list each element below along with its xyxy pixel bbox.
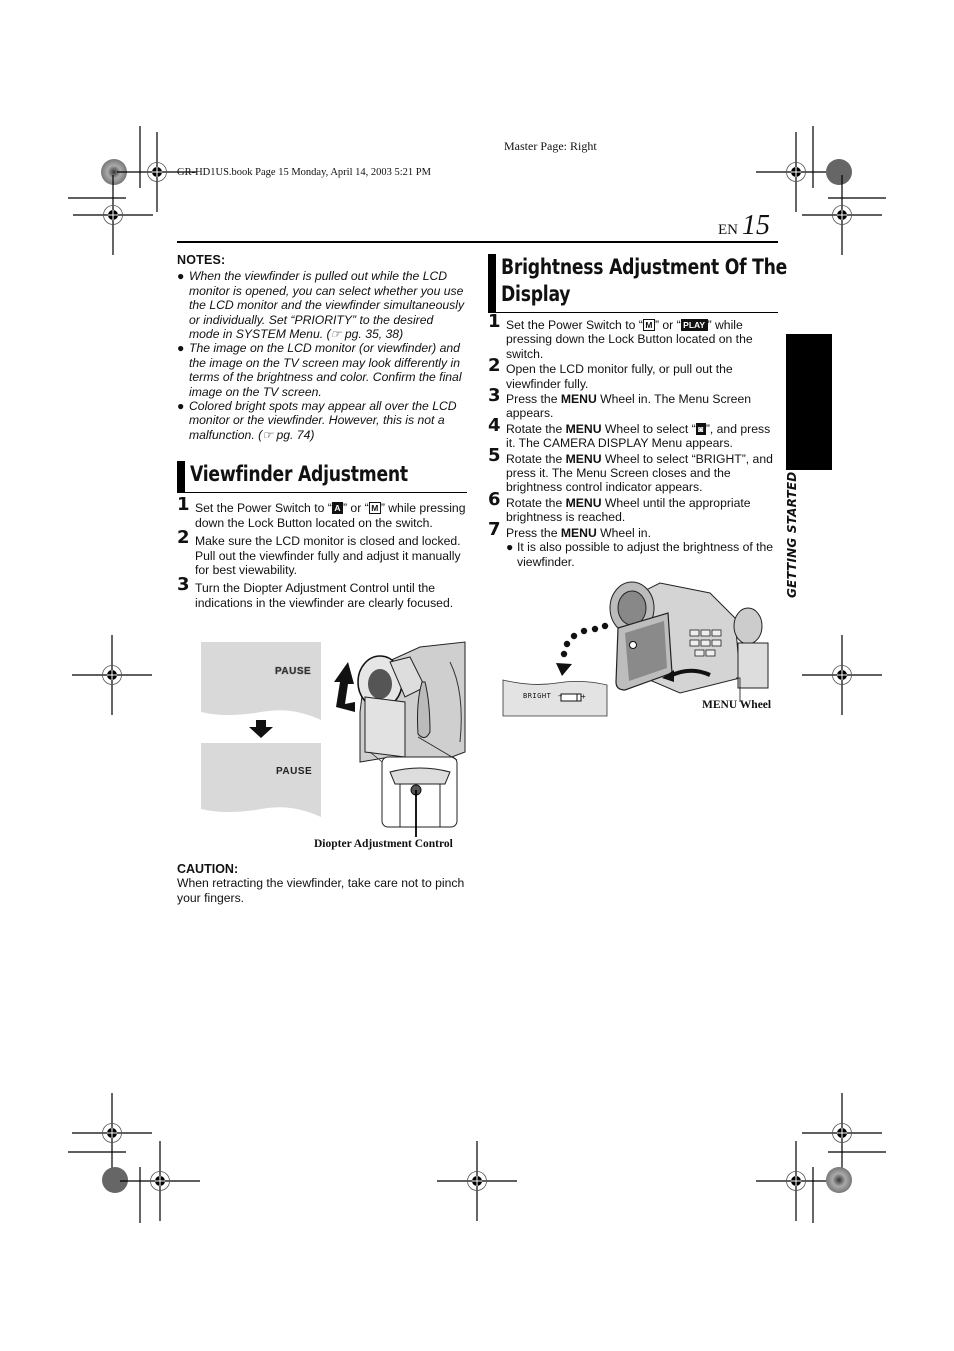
book-info: GR-HD1US.book Page 15 Monday, April 14, …	[177, 167, 431, 178]
camera-display-icon: ◙	[695, 422, 706, 435]
brightness-step-2: 2 Open the LCD monitor fully, or pull ou…	[488, 355, 733, 391]
pause-indicator-blurred: PAUSE	[275, 666, 312, 677]
viewfinder-screen-after	[201, 743, 321, 817]
menu-wheel-caption: MENU Wheel	[702, 699, 772, 711]
caution-title: CAUTION:	[177, 862, 239, 876]
brightness-sub-note: ● It is also possible to adjust the brig…	[506, 540, 774, 569]
right-column: Brightness Adjustment Of The Display 1 S…	[488, 254, 787, 569]
note-item: ● The image on the LCD monitor (or viewfi…	[177, 341, 462, 399]
brightness-title-line2: Display	[501, 282, 571, 306]
brightness-step-7: 7 Press the MENU Wheel in.	[488, 518, 651, 540]
page-number: 15	[742, 210, 770, 241]
camcorder-lcd-illustration	[556, 581, 769, 702]
note-item: ● Colored bright spots may appear all ove…	[177, 399, 457, 442]
brightness-section-heading: Brightness Adjustment Of The Display	[488, 254, 787, 313]
auto-mode-icon: A	[331, 502, 343, 515]
bullet-icon: ●	[177, 399, 185, 414]
viewfinder-section-heading: Viewfinder Adjustment	[177, 461, 467, 494]
brightness-step-4: 4 Rotate the MENU Wheel to select “◙”, a…	[488, 414, 771, 451]
color-target-bottom-right	[826, 1167, 852, 1193]
camcorder-viewfinder-illustration	[334, 641, 466, 837]
bullet-icon: ●	[177, 341, 185, 356]
heading-bar	[177, 461, 185, 494]
brightness-step-3: 3 Press the MENU Wheel in. The Menu Scre…	[488, 385, 751, 421]
brightness-step-6: 6 Rotate the MENU Wheel until the approp…	[488, 488, 751, 525]
section-tab-label: GETTING STARTED	[785, 471, 799, 598]
play-mode-icon: PLAY	[680, 319, 708, 331]
viewfinder-step-1: 1 Set the Power Switch to “A” or “M” whi…	[177, 494, 466, 530]
viewfinder-title: Viewfinder Adjustment	[190, 462, 408, 487]
bullet-icon: ●	[177, 269, 185, 284]
pause-indicator-sharp: PAUSE	[276, 766, 313, 777]
viewfinder-screen-before	[201, 642, 321, 720]
left-column: NOTES: ● When the viewfinder is pulled ou…	[177, 253, 467, 610]
brightness-step-5: 5 Rotate the MENU Wheel to select “BRIGH…	[488, 444, 773, 495]
caution-text: When retracting the viewfinder, take car…	[177, 876, 465, 905]
header-rule	[177, 241, 778, 243]
down-arrow-icon	[249, 720, 273, 738]
diopter-caption: Diopter Adjustment Control	[314, 838, 453, 850]
viewfinder-step-2: 2 Make sure the LCD monitor is closed an…	[177, 527, 461, 577]
section-tab	[786, 334, 832, 470]
manual-mode-icon: M	[642, 319, 655, 331]
brightness-title-line1: Brightness Adjustment Of The	[501, 255, 788, 279]
page-number-block: EN 15	[718, 210, 770, 242]
brightness-step-1: 1 Set the Power Switch to “M” or “PLAY” …	[488, 311, 753, 361]
color-target-bottom-left	[102, 1167, 128, 1193]
printer-marks	[68, 126, 886, 1223]
viewfinder-step-3: 3 Turn the Diopter Adjustment Control un…	[177, 574, 454, 610]
bullet-icon: ●	[506, 540, 514, 555]
manual-mode-icon: M	[368, 502, 381, 515]
caution-block: CAUTION: When retracting the viewfinder,…	[177, 860, 467, 905]
color-target-top-right	[826, 159, 852, 185]
master-page-label: Master Page: Right	[504, 139, 597, 153]
language-label: EN	[718, 222, 738, 238]
notes-title: NOTES:	[177, 253, 226, 267]
note-item: ● When the viewfinder is pulled out while…	[177, 269, 465, 342]
heading-bar	[488, 254, 496, 313]
